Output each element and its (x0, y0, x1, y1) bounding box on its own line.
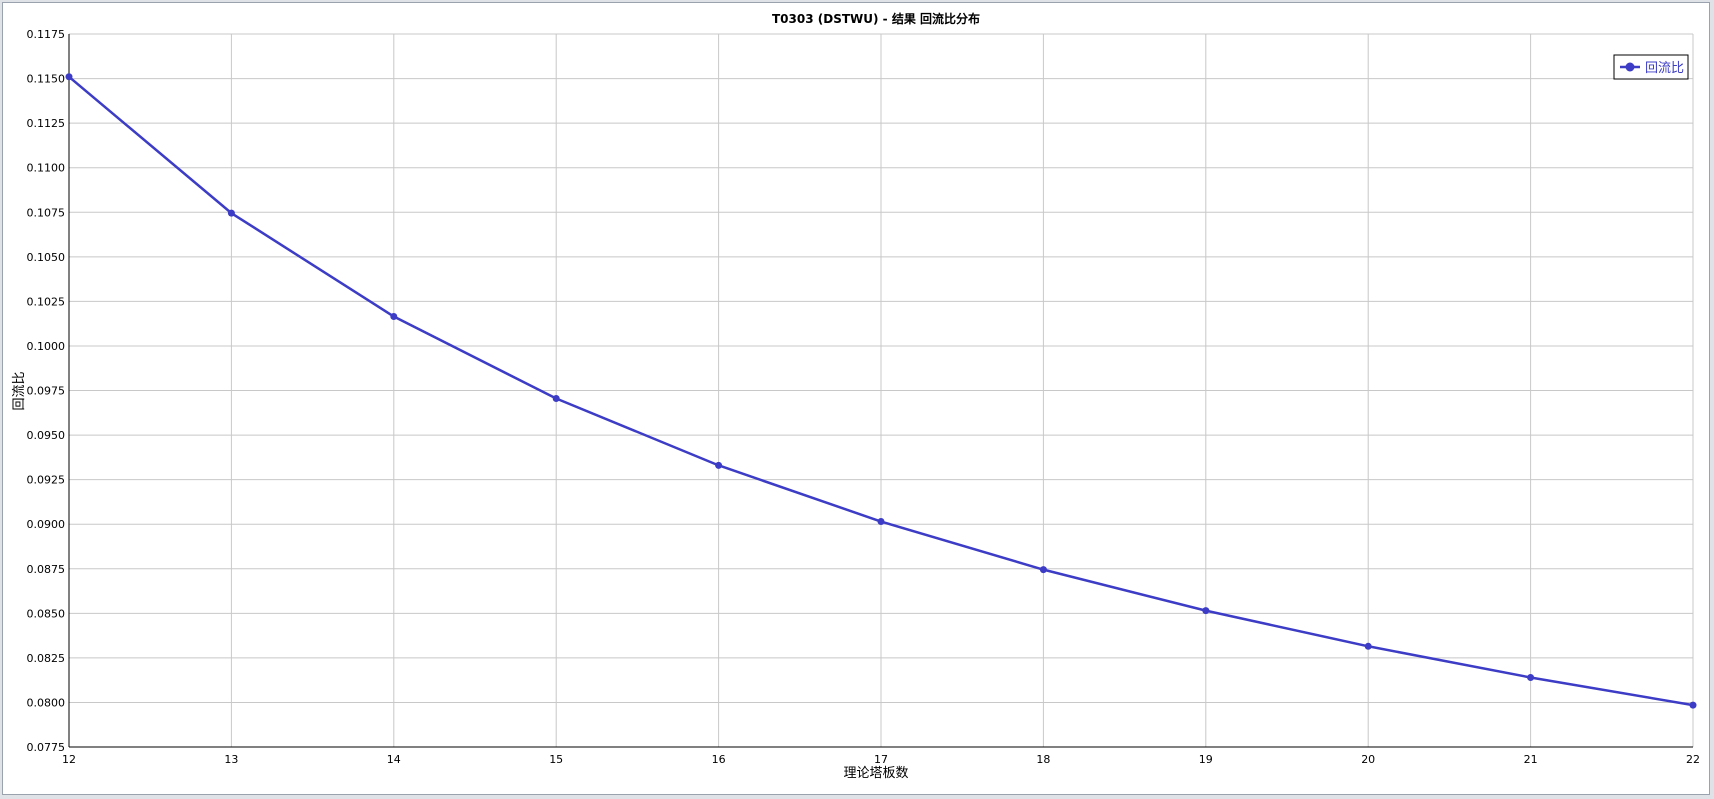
y-tick-label: 0.0825 (27, 652, 66, 665)
chart-title: T0303 (DSTWU) - 结果 回流比分布 (772, 11, 980, 26)
y-tick-label: 0.0800 (27, 696, 66, 709)
x-tick-label: 21 (1524, 753, 1538, 766)
y-axis-label: 回流比 (12, 371, 27, 410)
data-point (1527, 673, 1535, 681)
y-tick-label: 0.1100 (27, 162, 66, 175)
x-tick-label: 20 (1361, 753, 1375, 766)
chart-window: 12 13 14 15 16 17 18 19 20 21 22 0.0775 0.0800 0.0825… (2, 2, 1710, 795)
legend: 回流比 (1613, 54, 1689, 80)
y-tick-label: 0.1025 (27, 295, 66, 308)
x-tick-label: 14 (387, 753, 401, 766)
data-point (65, 73, 73, 81)
y-tick-label: 0.0925 (27, 474, 66, 487)
data-point (877, 518, 885, 526)
y-tick-label: 0.1125 (27, 117, 66, 130)
y-tick-label: 0.0900 (27, 518, 66, 531)
x-tick-label: 22 (1686, 753, 1700, 766)
x-tick-label: 18 (1036, 753, 1050, 766)
y-tick-label: 0.0950 (27, 429, 66, 442)
grid-layer (68, 33, 1694, 748)
x-tick-label: 12 (62, 753, 76, 766)
data-point (715, 461, 723, 469)
x-axis-label: 理论塔板数 (843, 766, 908, 781)
data-point (227, 209, 235, 217)
y-tick-label: 0.0775 (27, 741, 66, 754)
y-tick-label: 0.1175 (27, 28, 66, 41)
data-point (1689, 701, 1697, 709)
y-tick-label: 0.1075 (27, 206, 66, 219)
y-tick-label: 0.0850 (27, 607, 66, 620)
data-point (1039, 566, 1047, 574)
y-tick-label: 0.1000 (27, 340, 66, 353)
data-point (390, 313, 398, 321)
x-tick-label: 19 (1199, 753, 1213, 766)
y-tick-label: 0.1050 (27, 251, 66, 264)
line-chart: 12 13 14 15 16 17 18 19 20 21 22 0.0775 0.0800 0.0825… (12, 11, 1701, 781)
data-point (552, 395, 560, 403)
y-tick-label: 0.0975 (27, 385, 66, 398)
legend-series-marker (1625, 62, 1635, 72)
x-tick-label: 16 (712, 753, 726, 766)
data-point (1364, 642, 1372, 650)
y-tick-label: 0.1150 (27, 73, 66, 86)
x-tick-label: 13 (224, 753, 238, 766)
y-tick-label: 0.0875 (27, 563, 66, 576)
x-tick-label: 17 (874, 753, 888, 766)
tick-labels: 12 13 14 15 16 17 18 19 20 21 22 0.0775 0.0800 0.0825… (27, 28, 1701, 766)
x-tick-label: 15 (549, 753, 563, 766)
data-point (1202, 607, 1210, 615)
legend-series-label: 回流比 (1645, 61, 1684, 76)
